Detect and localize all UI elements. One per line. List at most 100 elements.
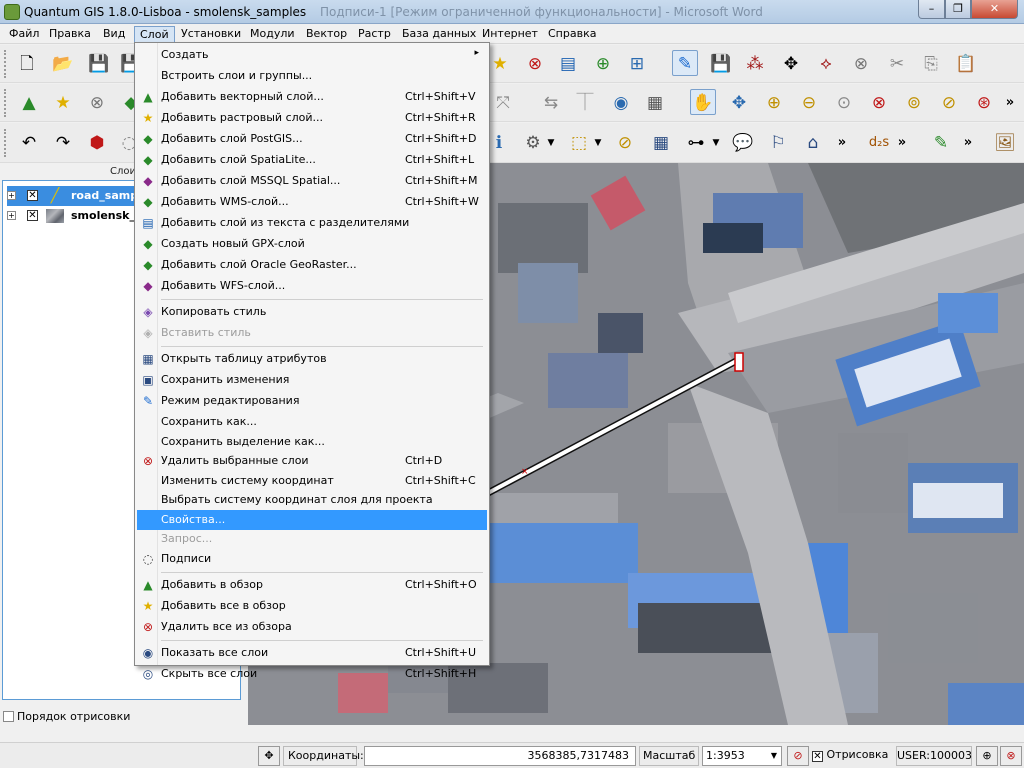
crs-globe-icon[interactable]: ⊕ [976, 746, 998, 766]
toolbar-more-icon-4[interactable]: » [962, 130, 974, 156]
delimited-text-icon[interactable]: ▤ [555, 51, 581, 77]
menu-raster[interactable]: Растр [353, 26, 396, 43]
map-tips-icon[interactable]: 💬 [730, 130, 756, 156]
menu-item-11[interactable]: ◆ Добавить WFS-слой... [137, 276, 487, 296]
menu-item-17[interactable]: ▣ Сохранить изменения [137, 370, 487, 390]
menu-item-10[interactable]: ◆ Добавить слой Oracle GeoRaster... [137, 255, 487, 275]
measure-line-icon[interactable]: ⊶ [683, 130, 709, 156]
menu-settings[interactable]: Установки [176, 26, 246, 43]
menu-item-8[interactable]: ▤ Добавить слой из текста с разделителями [137, 213, 487, 233]
layer-visibility-checkbox[interactable]: ✕ [27, 190, 38, 201]
render-toggle[interactable]: ✕ Отрисовка [812, 746, 892, 766]
toolbar-handle[interactable] [4, 129, 7, 157]
action-dropdown-icon[interactable]: ▼ [545, 130, 557, 156]
menu-item-19[interactable]: Сохранить как... [137, 412, 487, 432]
histogram-icon[interactable]: ⏉ [572, 90, 598, 116]
remove-icon[interactable]: ⊗ [522, 51, 548, 77]
new-bookmark-icon[interactable]: ★ [487, 51, 513, 77]
cut-features-icon[interactable]: ✂ [884, 51, 910, 77]
save-edits-icon[interactable]: 💾 [708, 51, 734, 77]
move-feature-icon[interactable]: ✥ [778, 51, 804, 77]
menu-vector[interactable]: Вектор [301, 26, 352, 43]
menu-file[interactable]: Файл [4, 26, 44, 43]
menu-item-26[interactable]: ◌ Подписи [137, 549, 487, 569]
menu-item-5[interactable]: ◆ Добавить слой SpatiaLite... Ctrl+Shift+L [137, 150, 487, 170]
d2s-plugin-icon[interactable]: d₂s [866, 130, 892, 156]
menu-item-3[interactable]: ★ Добавить растровый слой... Ctrl+Shift+R [137, 108, 487, 128]
toolbar-handle[interactable] [4, 50, 7, 78]
menu-item-22[interactable]: Изменить систему координат Ctrl+Shift+C [137, 471, 487, 491]
toolbar-more-icon-3[interactable]: » [896, 130, 908, 156]
zoom-out-icon[interactable]: ⊖ [796, 90, 822, 116]
add-vector-layer-icon[interactable]: ▲ [16, 90, 42, 116]
wms-icon[interactable]: ⊞ [624, 51, 650, 77]
globe-icon[interactable]: ◉ [608, 90, 634, 116]
close-button[interactable]: ✕ [971, 0, 1018, 19]
menu-edit[interactable]: Правка [44, 26, 96, 43]
menu-view[interactable]: Вид [98, 26, 130, 43]
raster-calc-icon[interactable]: ▦ [642, 90, 668, 116]
redo-icon[interactable]: ↷ [50, 130, 76, 156]
save-project-icon[interactable]: 💾 [86, 51, 112, 77]
menu-item-0[interactable]: Создать ▸ [137, 45, 487, 65]
menu-item-4[interactable]: ◆ Добавить слой PostGIS... Ctrl+Shift+D [137, 129, 487, 149]
menu-item-6[interactable]: ◆ Добавить слой MSSQL Spatial... Ctrl+Shif… [137, 171, 487, 191]
menu-item-1[interactable]: Встроить слои и группы... [137, 66, 487, 86]
zoom-in-icon[interactable]: ⊕ [761, 90, 787, 116]
undo-icon[interactable]: ↶ [16, 130, 42, 156]
toggle-editing-icon[interactable]: ✎ [672, 50, 698, 76]
open-attribute-table-icon[interactable]: ▦ [648, 130, 674, 156]
chevron-down-icon[interactable]: ▼ [771, 747, 777, 765]
remove-layer-toolbar-icon[interactable]: ⊗ [84, 90, 110, 116]
menu-item-18[interactable]: ✎ Режим редактирования [137, 391, 487, 411]
coords-field[interactable]: 3568385,7317483 [364, 746, 636, 766]
capture-point-icon[interactable]: ⁂ [742, 51, 768, 77]
menu-help[interactable]: Справка [543, 26, 601, 43]
menu-item-13[interactable]: ◈ Копировать стиль [137, 302, 487, 322]
menu-item-30[interactable]: ⊗ Удалить все из обзора [137, 617, 487, 637]
toolbar-handle[interactable] [4, 89, 7, 117]
crs-label[interactable]: USER:100003 [896, 746, 972, 766]
add-db-icon[interactable]: ⊕ [590, 51, 616, 77]
menu-item-32[interactable]: ◉ Показать все слои Ctrl+Shift+U [137, 643, 487, 663]
new-project-icon[interactable]: 🗋 [14, 51, 40, 77]
menu-item-20[interactable]: Сохранить выделение как... [137, 432, 487, 452]
plugin-image-icon[interactable]: 🖼 [992, 130, 1018, 156]
pan-to-selection-icon[interactable]: ✥ [726, 90, 752, 116]
open-project-icon[interactable]: 📂 [50, 51, 76, 77]
zoom-selection-icon[interactable]: ⊚ [901, 90, 927, 116]
zoom-full-icon[interactable]: ⊗ [866, 90, 892, 116]
delete-selected-icon[interactable]: ⊗ [848, 51, 874, 77]
new-bookmark-hot-icon[interactable]: ⚐ [765, 130, 791, 156]
zoom-actual-icon[interactable]: ⊙ [831, 90, 857, 116]
menu-plugins[interactable]: Модули [245, 26, 300, 43]
menu-layer[interactable]: Слой [134, 26, 175, 43]
add-raster-layer-icon[interactable]: ★ [50, 90, 76, 116]
toolbar-more-icon[interactable]: » [1004, 90, 1016, 116]
maximize-button[interactable]: ❐ [945, 0, 971, 19]
coordinate-toggle-icon[interactable]: ✥ [258, 746, 280, 766]
zoom-layer-icon[interactable]: ⊘ [936, 90, 962, 116]
expand-icon[interactable]: + [7, 211, 16, 220]
expand-icon[interactable]: + [7, 191, 16, 200]
menu-web[interactable]: Интернет [477, 26, 543, 43]
home-bookmark-icon[interactable]: ⌂ [800, 130, 826, 156]
node-tool-icon[interactable]: ⟡ [813, 51, 839, 77]
measure-dropdown-icon[interactable]: ▼ [710, 130, 722, 156]
messages-icon[interactable]: ⊗ [1000, 746, 1022, 766]
select-features-icon[interactable]: ⬚ [566, 130, 592, 156]
menu-item-33[interactable]: ◎ Скрыть все слои Ctrl+Shift+H [137, 664, 487, 684]
menu-item-21[interactable]: ⊗ Удалить выбранные слои Ctrl+D [137, 451, 487, 471]
select-dropdown-icon[interactable]: ▼ [592, 130, 604, 156]
menu-item-29[interactable]: ★ Добавить все в обзор [137, 596, 487, 616]
pan-map-icon[interactable]: ✋ [690, 89, 716, 115]
add-part-icon[interactable]: ⬢ [84, 130, 110, 156]
deselect-all-icon[interactable]: ⊘ [612, 130, 638, 156]
copy-features-icon[interactable]: ⎘ [918, 51, 944, 77]
deselect-icon[interactable]: ⇆ [538, 90, 564, 116]
menu-item-16[interactable]: ▦ Открыть таблицу атрибутов [137, 349, 487, 369]
layer-visibility-checkbox[interactable]: ✕ [27, 210, 38, 221]
minimize-button[interactable]: – [918, 0, 945, 19]
plugin-green-icon[interactable]: ✎ [928, 130, 954, 156]
paste-features-icon[interactable]: 📋 [953, 51, 979, 77]
